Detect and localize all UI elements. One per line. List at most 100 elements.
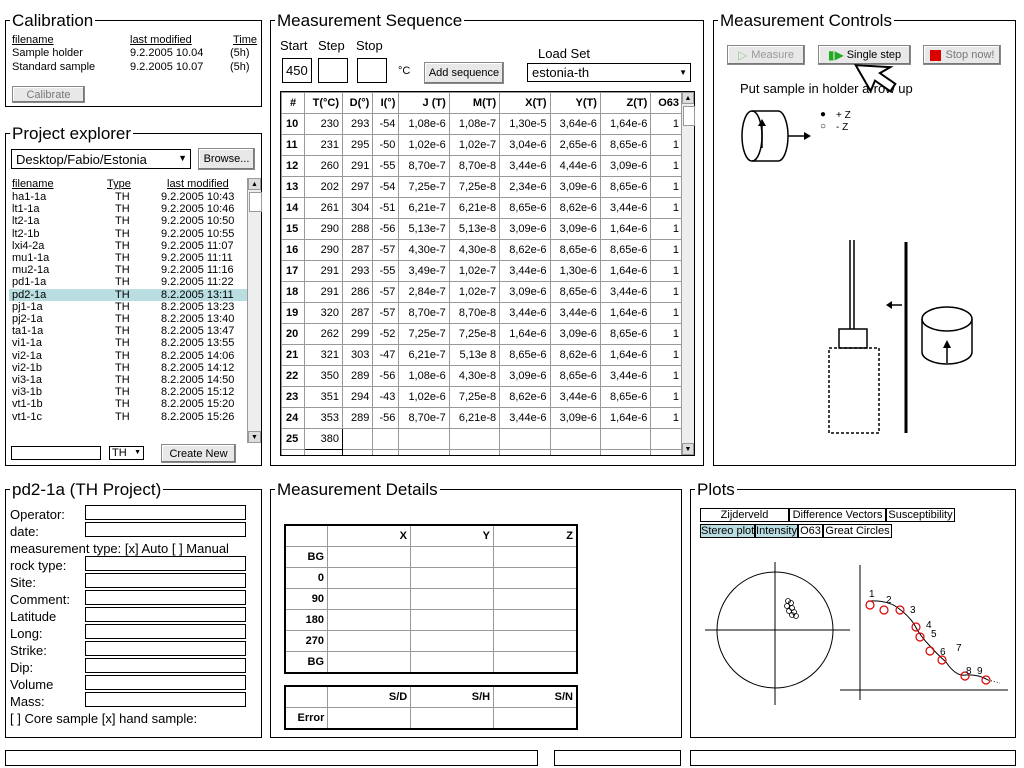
sequence-row[interactable]: 24 353 289 -56 8,70e-7 6,21e-8 3,44e-6 3,09e-6 1… [281, 407, 683, 429]
sequence-cell[interactable]: 3,09e-6 [549, 407, 601, 429]
sequence-cell[interactable]: 8,62e-6 [499, 386, 551, 408]
sequence-cell[interactable] [650, 428, 683, 450]
sequence-cell[interactable] [599, 449, 652, 455]
sequence-cell[interactable]: -55 [372, 260, 400, 282]
sequence-cell[interactable]: 8,62e-6 [549, 197, 601, 219]
sequence-cell[interactable]: 1,08e-7 [448, 113, 501, 135]
sequence-cell[interactable]: 8,62e-6 [549, 344, 601, 366]
sequence-cell[interactable]: 1,02e-7 [448, 281, 501, 303]
sequence-cell[interactable]: 6,21e-8 [448, 407, 501, 429]
sequence-cell[interactable]: 4,30e-8 [448, 365, 501, 387]
file-list-item[interactable]: ha1-1a TH 9.2.2005 10:43 [9, 191, 247, 203]
file-list-item[interactable]: mu1-1a TH 9.2.2005 11:11 [9, 252, 247, 264]
sequence-cell[interactable]: 8,70e-7 [398, 407, 450, 429]
sequence-cell[interactable]: 1,64e-6 [599, 218, 652, 240]
sequence-cell[interactable]: 261 [304, 197, 343, 219]
calibrate-button[interactable]: Calibrate [12, 86, 85, 103]
sequence-cell[interactable] [341, 449, 374, 455]
sequence-cell[interactable]: 8,70e-8 [448, 155, 501, 177]
sequence-cell[interactable]: 1 [650, 218, 683, 240]
sequence-cell[interactable]: 1,64e-6 [599, 113, 652, 135]
scroll-down-icon[interactable]: ▼ [682, 443, 694, 455]
project-field-input[interactable] [85, 624, 246, 639]
sequence-cell[interactable]: 2,84e-7 [398, 281, 450, 303]
sequence-cell[interactable]: 1 [650, 344, 683, 366]
sequence-row[interactable]: 11 231 295 -50 1,02e-6 1,02e-7 3,04e-6 2,65e-6 8… [281, 134, 683, 156]
sequence-cell[interactable]: 291 [341, 155, 374, 177]
sequence-cell[interactable]: 380 [304, 428, 343, 450]
sequence-row[interactable]: 12 260 291 -55 8,70e-7 8,70e-8 3,44e-6 4,44e-6 3… [281, 155, 683, 177]
sequence-row[interactable]: 26381 [281, 449, 683, 455]
sequence-cell[interactable]: -56 [372, 218, 400, 240]
scroll-thumb[interactable] [249, 192, 262, 212]
sequence-cell[interactable]: 26 [281, 449, 306, 455]
sequence-row[interactable]: 10 230 293 -54 1,08e-6 1,08e-7 1,30e-5 3,64e-6 1… [281, 113, 683, 135]
sequence-cell[interactable]: 4,30e-8 [448, 239, 501, 261]
sequence-cell[interactable]: 262 [304, 323, 343, 345]
sequence-cell[interactable]: 19 [281, 302, 306, 324]
sequence-cell[interactable]: 1,02e-6 [398, 134, 450, 156]
sequence-row[interactable]: 17 291 293 -55 3,49e-7 1,02e-7 3,44e-6 1,30e-6 1… [281, 260, 683, 282]
sequence-cell[interactable]: 381 [304, 449, 343, 455]
sequence-cell[interactable]: 1,08e-6 [398, 365, 450, 387]
sequence-cell[interactable]: 17 [281, 260, 306, 282]
project-field-input[interactable] [85, 607, 246, 622]
file-list-item[interactable]: pd2-1a TH 8.2.2005 13:11 [9, 288, 247, 301]
sequence-cell[interactable]: 3,09e-6 [549, 323, 601, 345]
path-select[interactable]: Desktop/Fabio/Estonia ▼ [11, 149, 191, 169]
step-input[interactable] [318, 58, 348, 83]
sequence-cell[interactable]: 260 [304, 155, 343, 177]
sequence-cell[interactable]: 289 [341, 365, 374, 387]
stop-now-button[interactable]: Stop now! [923, 45, 1001, 65]
sequence-cell[interactable]: 21 [281, 344, 306, 366]
sequence-row[interactable]: 23 351 294 -43 1,02e-6 7,25e-8 8,62e-6 3,44e-6 8… [281, 386, 683, 408]
sequence-cell[interactable]: 11 [281, 134, 306, 156]
project-field-input[interactable] [85, 556, 246, 571]
sequence-cell[interactable]: 8,65e-6 [599, 386, 652, 408]
sequence-cell[interactable]: 293 [341, 113, 374, 135]
sequence-cell[interactable]: 8,70e-7 [398, 155, 450, 177]
project-type-select[interactable]: TH ▼ [109, 446, 144, 460]
file-list-item[interactable]: vt1-1c TH 8.2.2005 15:26 [9, 411, 247, 423]
sequence-cell[interactable]: 1,64e-6 [599, 260, 652, 282]
sequence-cell[interactable]: 289 [341, 407, 374, 429]
file-list-item[interactable]: vt1-1b TH 8.2.2005 15:20 [9, 398, 247, 410]
file-list-item[interactable]: mu2-1a TH 9.2.2005 11:16 [9, 264, 247, 276]
file-list-item[interactable]: lt2-1b TH 9.2.2005 10:55 [9, 228, 247, 240]
sequence-cell[interactable]: 7,25e-8 [448, 386, 501, 408]
sequence-cell[interactable] [549, 428, 601, 450]
tab-susceptibility[interactable]: Susceptibility [886, 508, 955, 522]
sequence-cell[interactable]: -57 [372, 281, 400, 303]
sequence-cell[interactable]: 1,64e-6 [599, 302, 652, 324]
sequence-cell[interactable]: 230 [304, 113, 343, 135]
sequence-cell[interactable] [448, 449, 501, 455]
sequence-cell[interactable]: 14 [281, 197, 306, 219]
sequence-cell[interactable]: 5,13e-7 [398, 218, 450, 240]
sequence-cell[interactable]: 3,44e-6 [599, 281, 652, 303]
project-field-input[interactable] [85, 522, 246, 537]
sequence-cell[interactable]: 3,44e-6 [549, 302, 601, 324]
file-list-scrollbar[interactable]: ▲ ▼ [247, 178, 262, 443]
sequence-cell[interactable]: 1 [650, 134, 683, 156]
sequence-cell[interactable]: 8,65e-6 [499, 197, 551, 219]
sequence-cell[interactable]: 1 [650, 365, 683, 387]
file-list-item[interactable]: lt1-1a TH 9.2.2005 10:46 [9, 203, 247, 215]
create-new-button[interactable]: Create New [161, 444, 236, 463]
sequence-cell[interactable]: 290 [304, 218, 343, 240]
sequence-cell[interactable]: 3,44e-6 [549, 386, 601, 408]
load-set-select[interactable]: estonia-th ▼ [527, 63, 691, 82]
sequence-cell[interactable]: 7,25e-7 [398, 323, 450, 345]
sequence-cell[interactable]: 294 [341, 386, 374, 408]
sequence-cell[interactable]: -57 [372, 302, 400, 324]
sequence-cell[interactable]: 7,25e-8 [448, 176, 501, 198]
sequence-cell[interactable] [549, 449, 601, 455]
sequence-cell[interactable]: 3,44e-6 [599, 197, 652, 219]
tab-zijderveld[interactable]: Zijderveld [700, 508, 789, 522]
sequence-cell[interactable]: 320 [304, 302, 343, 324]
sequence-cell[interactable]: -52 [372, 323, 400, 345]
sequence-cell[interactable]: 4,44e-6 [549, 155, 601, 177]
sequence-cell[interactable]: 2,34e-6 [499, 176, 551, 198]
sequence-cell[interactable]: 8,65e-6 [549, 239, 601, 261]
sequence-cell[interactable]: 8,65e-6 [599, 323, 652, 345]
tab-stereo-plot[interactable]: Stereo plot [700, 524, 755, 538]
